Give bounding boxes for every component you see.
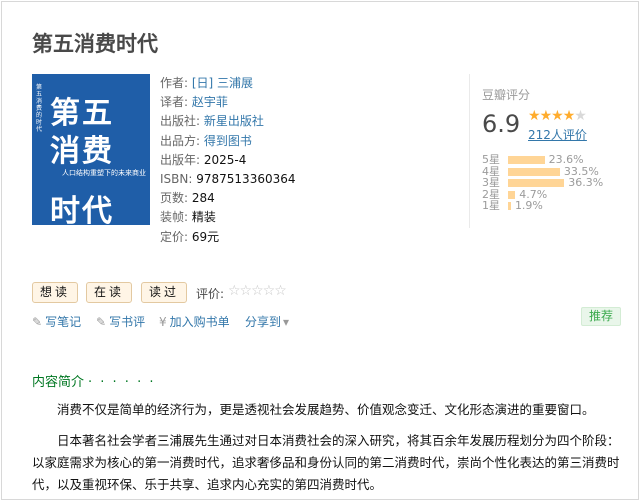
rating-dist-percent: 36.3% (568, 176, 604, 189)
star-icon: ★ (528, 108, 541, 124)
yen-icon: ¥ (159, 315, 167, 329)
rating-score: 6.9 (482, 110, 521, 138)
rating-dist-label: 1星 (482, 199, 500, 212)
dropdown-arrow-icon: ▾ (283, 315, 290, 329)
rating-dist-bar (508, 179, 565, 187)
meta-publisher: 出版社: 新星出版社 (160, 114, 264, 129)
rating-stars: ★★★★★ (528, 108, 587, 124)
page-frame: 第五消费时代 第五消费的时代 第五 消费 人口结构重塑下的未来商业 时代 作者:… (1, 1, 639, 500)
rating-dist-row: 3星 36.3% (482, 177, 632, 189)
cover-side-text: 第五消费的时代 (36, 84, 43, 133)
pencil-icon: ✎ (32, 315, 43, 329)
reading-button[interactable]: 在读 (86, 282, 132, 303)
meta-isbn: ISBN: 9787513360364 (160, 172, 296, 187)
rating-dist-percent: 23.6% (548, 153, 584, 166)
cover-subtitle: 人口结构重塑下的未来商业 (62, 169, 146, 177)
book-title: 第五消费时代 (32, 32, 158, 56)
book-cover[interactable]: 第五消费的时代 第五 消费 人口结构重塑下的未来商业 时代 (32, 74, 150, 225)
rating-dist-row: 1星 1.9% (482, 200, 632, 212)
write-review-action[interactable]: ✎ 写书评 (96, 313, 145, 330)
rating-dist-bar (508, 190, 516, 199)
rating-dist-bar (508, 202, 511, 210)
add-cart-action[interactable]: ¥ 加入购书单 (159, 313, 230, 330)
rating-dist-row: 5星 23.6% (482, 154, 632, 166)
book-meta: 作者: [日] 三浦展 译者: 赵宇菲 出版社: 新星出版社 出品方: 得到图书… (160, 74, 296, 247)
want-to-read-button[interactable]: 想读 (32, 282, 78, 303)
rating-dist-row: 4星 33.5% (482, 165, 632, 178)
eval-stars[interactable]: ☆☆☆☆☆ (228, 283, 287, 299)
rating-dist-label: 5星 (482, 153, 500, 166)
meta-producer: 出品方: 得到图书 (160, 133, 252, 148)
empty-star-icon: ★ (574, 108, 587, 124)
cover-title-line3: 时代 (50, 194, 114, 225)
meta-translator: 译者: 赵宇菲 (160, 95, 228, 110)
rating-divider (469, 74, 470, 228)
meta-pubyear: 出版年: 2025-4 (160, 152, 247, 167)
meta-author: 作者: [日] 三浦展 (160, 76, 254, 90)
producer-link[interactable]: 得到图书 (204, 134, 252, 148)
rating-label: 豆瓣评分 (482, 88, 531, 102)
meta-binding: 装帧: 精装 (160, 210, 216, 225)
rating-dist-bar (508, 167, 560, 176)
intro-paragraph-1: 消费不仅是简单的经济行为，更是透视社会发展趋势、价值观念变迁、文化形态演进的重要… (57, 402, 595, 417)
recommend-button[interactable]: 推荐 (581, 307, 621, 326)
write-note-action[interactable]: ✎ 写笔记 (32, 313, 81, 330)
author-link[interactable]: [日] 三浦展 (192, 76, 253, 90)
pencil-icon: ✎ (96, 315, 107, 329)
translator-link[interactable]: 赵宇菲 (192, 95, 228, 109)
votes-link[interactable]: 212人评价 (528, 126, 587, 143)
intro-heading: 内容简介 · · · · · · (32, 375, 156, 390)
rating-dist-bar (508, 156, 545, 164)
rating-distribution: 5星 23.6% 4星 33.5% 3星 36.3% 2星 4.7% 1星 1.9% (482, 154, 632, 212)
cover-title-line2: 消费 (50, 134, 114, 169)
rating-dist-percent: 1.9% (514, 199, 543, 212)
rating-panel: 豆瓣评分 6.9 ★★★★★ 212人评价 5星 23.6% 4星 33.5% 3星 36… (482, 86, 632, 211)
rating-dist-label: 3星 (482, 176, 500, 189)
star-icon: ★ (539, 108, 553, 124)
publisher-link[interactable]: 新星出版社 (204, 114, 264, 128)
star-icon: ★ (551, 108, 564, 124)
meta-price: 定价: 69元 (160, 229, 220, 244)
eval-label: 评价: (196, 287, 225, 301)
half-star-icon: ★ (562, 108, 576, 124)
share-action[interactable]: 分享到 ▾ (245, 313, 292, 330)
read-button[interactable]: 读过 (141, 282, 187, 303)
intro-paragraph-2: 日本著名社会学者三浦展先生通过对日本消费社会的深入研究，将其百余年发展历程划分为… (32, 433, 620, 492)
rating-dist-row: 2星 4.7% (482, 188, 632, 201)
meta-pages: 页数: 284 (160, 191, 215, 206)
